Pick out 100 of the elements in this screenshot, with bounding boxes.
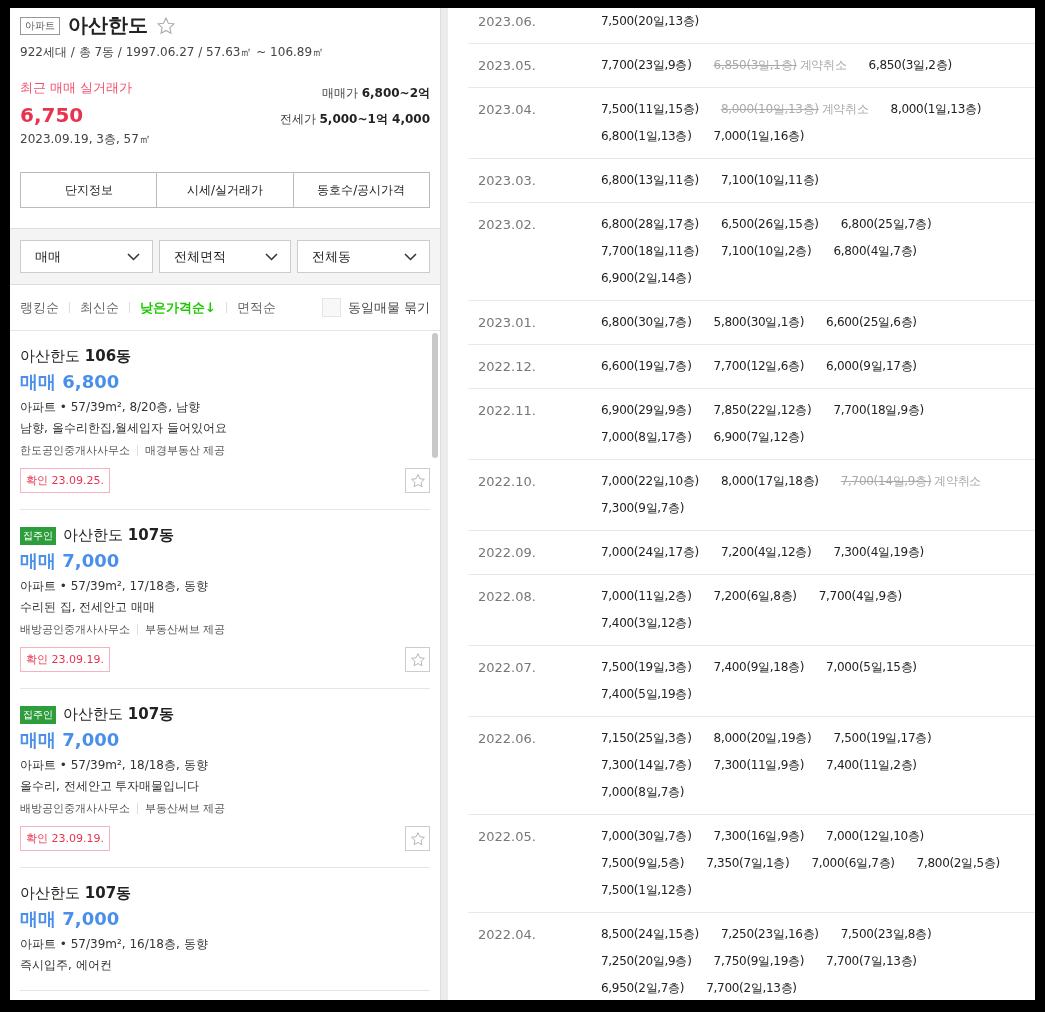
listing-title[interactable]: 아산한도 106동 — [20, 347, 132, 366]
cancel-note: 계약취소 — [821, 101, 869, 118]
deal: 6,850(3일,2층) — [868, 57, 952, 74]
deal: 8,000(1일,13층) — [890, 101, 982, 118]
listing-description: 남향, 올수리한집,월세입자 들어있어요 — [20, 420, 229, 437]
cancel-note: 계약취소 — [799, 57, 847, 74]
month-label: 2022.07. — [478, 659, 537, 677]
deal: 6,800(28일,17층) — [601, 216, 699, 233]
deal: 7,300(9일,7층) — [601, 500, 685, 517]
favorite-button[interactable] — [405, 826, 430, 851]
deal: 7,500(19일,3층) — [601, 659, 692, 676]
month-label: 2022.08. — [478, 588, 537, 606]
deal: 7,700(4일,9층) — [818, 588, 902, 605]
listing-price: 매매 7,000 — [20, 728, 121, 752]
filter-dropdown[interactable]: 전체동 — [297, 240, 430, 273]
month-label: 2022.11. — [478, 402, 537, 420]
deal: 6,500(26일,15층) — [720, 216, 819, 233]
deal: 7,400(11일,2층) — [826, 757, 917, 774]
month-label: 2022.04. — [478, 926, 537, 944]
chevron-down-icon — [126, 252, 140, 261]
month-label: 2023.03. — [478, 172, 537, 190]
listing-price: 매매 7,000 — [20, 907, 121, 931]
deal: 6,800(1일,13층) — [601, 128, 692, 145]
deal: 5,800(30일,1층) — [713, 314, 805, 331]
checkbox-label: 동일매물 묶기 — [347, 298, 430, 317]
deal: 7,000(8일,17층) — [601, 429, 692, 446]
provider-name: 부동산써브 제공 — [145, 801, 226, 816]
chevron-down-icon — [265, 252, 279, 261]
deal: 7,000(11일,2층) — [601, 588, 692, 605]
deal: 7,300(4일,19층) — [833, 544, 924, 561]
deal: 7,000(1일,16층) — [713, 128, 805, 145]
star-icon — [409, 472, 426, 489]
agency-name: 한도공인중개사사무소 — [20, 443, 130, 458]
jeonse-price-range: 전세가 5,000~1억 4,000 — [279, 111, 430, 128]
deal: 7,150(25일,3층) — [601, 730, 692, 747]
listing-spec: 아파트 • 57/39m², 8/20층, 남향 — [20, 399, 201, 416]
deal: 7,500(19일,17층) — [833, 730, 932, 747]
agency-name: 배방공인중개사사무소 — [20, 622, 130, 637]
listing-title[interactable]: 아산한도 107동 — [63, 705, 175, 724]
recent-price-detail: 2023.09.19, 3층, 57㎡ — [20, 131, 151, 148]
deal: 7,700(23일,9층) — [601, 57, 692, 74]
month-label: 2022.05. — [478, 828, 537, 846]
sort-option[interactable]: 면적순 — [236, 298, 276, 317]
month-label: 2023.05. — [478, 57, 537, 75]
month-label: 2022.10. — [478, 473, 537, 491]
listing-spec: 아파트 • 57/39m², 17/18층, 동향 — [20, 578, 209, 595]
deal: 7,500(11일,15층) — [601, 101, 699, 118]
deal: 7,700(18일,11층) — [601, 243, 699, 260]
deal: 7,300(14일,7층) — [601, 757, 692, 774]
deal: 7,850(22일,12층) — [713, 402, 812, 419]
deal: 7,400(5일,19층) — [601, 686, 692, 703]
listing-title[interactable]: 아산한도 107동 — [63, 526, 175, 545]
complex-name: 아산한도 — [68, 12, 148, 39]
scrollbar[interactable] — [432, 333, 438, 458]
owner-tag: 집주인 — [20, 526, 56, 545]
sort-option[interactable]: 랭킹순 — [20, 298, 59, 317]
listing-title[interactable]: 아산한도 107동 — [20, 884, 132, 903]
deal: 7,000(24일,17층) — [601, 544, 699, 561]
cancelled-deal: 6,850(3일,1층) — [713, 57, 797, 74]
deal: 7,100(10일,11층) — [720, 172, 819, 189]
listing-spec: 아파트 • 57/39m², 18/18층, 동향 — [20, 757, 209, 774]
deal: 7,200(6일,8층) — [713, 588, 797, 605]
month-label: 2023.06. — [478, 13, 537, 31]
panel-splitter[interactable] — [440, 8, 448, 1000]
confirmed-date: 확인 23.09.19. — [20, 826, 110, 851]
deal: 7,000(12일,10층) — [826, 828, 924, 845]
chevron-down-icon — [404, 252, 417, 261]
deal: 7,000(22일,10층) — [601, 473, 699, 490]
provider-name: 부동산써브 제공 — [145, 622, 226, 637]
deal: 7,800(2일,5층) — [916, 855, 1000, 872]
listing-description: 수리된 집, 전세안고 매매 — [20, 599, 157, 616]
listing-description: 즉시입주, 에어컨 — [20, 957, 113, 974]
deal: 7,300(11일,9층) — [713, 757, 805, 774]
deal: 6,600(25일,6층) — [826, 314, 917, 331]
deal: 7,100(10일,2층) — [720, 243, 812, 260]
deal: 6,800(4일,7층) — [833, 243, 917, 260]
favorite-button[interactable] — [405, 468, 430, 493]
month-label: 2022.06. — [478, 730, 537, 748]
deal: 7,750(9일,19층) — [713, 953, 805, 970]
deal: 7,000(8일,7층) — [601, 784, 685, 801]
deal: 6,950(2일,7층) — [601, 980, 685, 997]
deal: 7,500(20일,13층) — [601, 13, 699, 30]
recent-price: 6,750 — [20, 103, 85, 127]
sort-option[interactable]: 최신순 — [80, 298, 119, 317]
deal: 8,000(20일,19층) — [713, 730, 812, 747]
owner-tag: 집주인 — [20, 705, 56, 724]
deal: 7,700(12일,6층) — [713, 358, 805, 375]
listing-description: 올수리, 전세안고 투자매물입니다 — [20, 778, 201, 795]
cancelled-deal: 8,000(10일,13층) — [720, 101, 819, 118]
filter-dropdown[interactable]: 매매 — [20, 240, 153, 273]
agency-name: 배방공인중개사사무소 — [20, 801, 130, 816]
type-badge: 아파트 — [20, 16, 60, 35]
month-label: 2022.09. — [478, 544, 537, 562]
checkbox[interactable] — [321, 298, 341, 317]
favorite-button[interactable] — [405, 647, 430, 672]
confirmed-date: 확인 23.09.19. — [20, 647, 110, 672]
month-label: 2022.12. — [478, 358, 537, 376]
deal: 7,000(30일,7층) — [601, 828, 692, 845]
recent-price-label: 최근 매매 실거래가 — [20, 79, 134, 97]
filter-dropdown[interactable]: 전체면적 — [158, 240, 292, 273]
